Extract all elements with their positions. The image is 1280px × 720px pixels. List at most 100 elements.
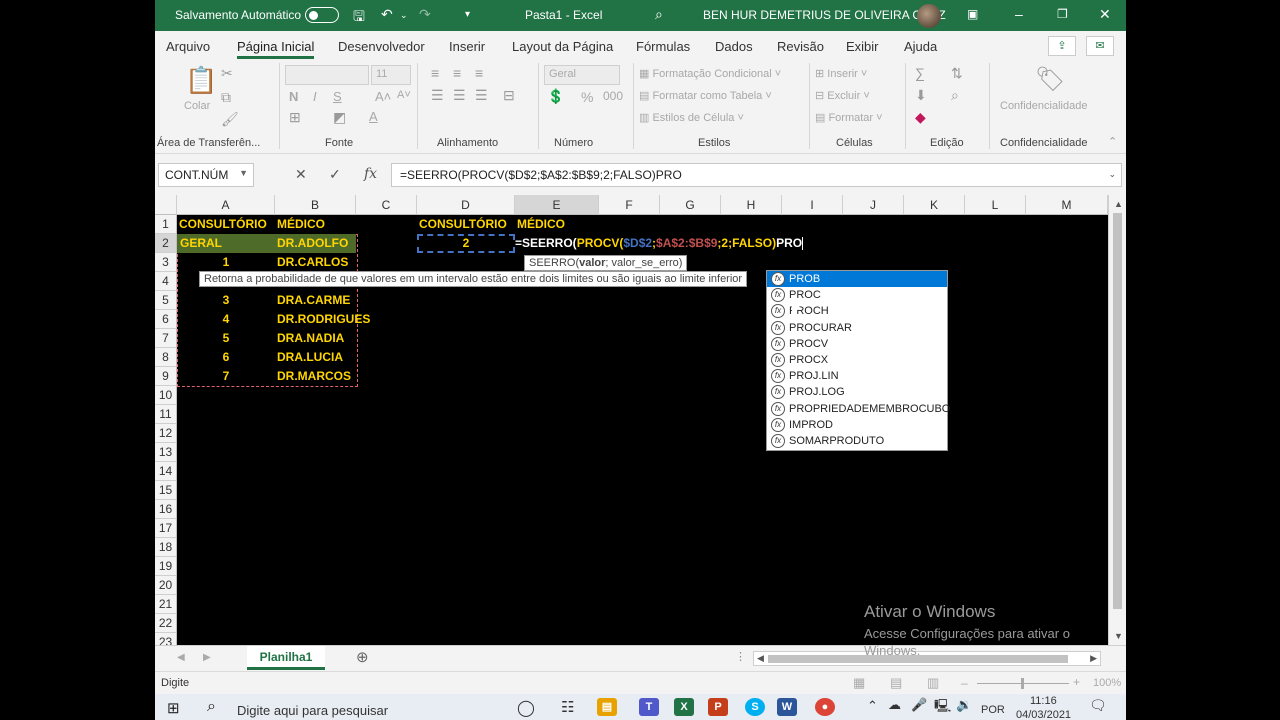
row-header[interactable]: 3 <box>155 253 177 272</box>
percent-icon[interactable]: % <box>581 89 593 105</box>
col-header[interactable]: L <box>965 195 1026 215</box>
cell-b2[interactable]: DR.ADOLFO <box>275 234 356 253</box>
microphone-icon[interactable]: 🎤 <box>911 697 927 713</box>
align-middle-icon[interactable]: ≡ <box>453 65 461 81</box>
tab-exibir[interactable]: Exibir <box>846 39 879 54</box>
cell-styles-button[interactable]: ▥ Estilos de Célula ˅ <box>639 111 744 124</box>
sensitivity-label[interactable]: Confidencialidade <box>1000 100 1087 112</box>
autocomplete-item[interactable]: fx IMPROD <box>767 417 947 433</box>
select-all-corner[interactable] <box>155 195 177 215</box>
autosum-icon[interactable]: ∑ <box>915 65 925 81</box>
col-header[interactable]: E <box>515 195 599 215</box>
conditional-format-button[interactable]: ▦ Formatação Condicional ˅ <box>639 67 781 80</box>
row-header[interactable]: 21 <box>155 595 177 614</box>
cell-a1[interactable]: CONSULTÓRIO <box>179 215 267 234</box>
cell-a7[interactable]: 5 <box>177 329 275 348</box>
customize-qat-icon[interactable]: ▾ <box>465 9 470 20</box>
autocomplete-item[interactable]: fx PROJ.LOG <box>767 384 947 400</box>
delete-cells-button[interactable]: ⊟ Excluir ˅ <box>815 89 870 102</box>
row-header[interactable]: 2 <box>155 234 177 253</box>
powerpoint-icon[interactable]: P <box>708 698 728 716</box>
cell-b9[interactable]: DR.MARCOS <box>277 367 351 386</box>
chrome-icon[interactable]: ● <box>815 698 835 716</box>
minimize-icon[interactable]: – <box>1015 6 1023 22</box>
show-hidden-icons[interactable]: ⌃ <box>867 698 878 714</box>
col-header[interactable]: H <box>721 195 782 215</box>
row-header[interactable]: 5 <box>155 291 177 310</box>
tab-revisao[interactable]: Revisão <box>777 39 824 54</box>
clear-icon[interactable]: ◆ <box>915 109 926 126</box>
paste-label[interactable]: Colar <box>184 100 210 112</box>
page-break-icon[interactable]: ▥ <box>927 675 939 691</box>
comma-style-icon[interactable]: 000 <box>603 89 623 103</box>
cell-a6[interactable]: 4 <box>177 310 275 329</box>
row-header[interactable]: 9 <box>155 367 177 386</box>
search-icon[interactable]: ⌕ <box>207 698 216 716</box>
col-header[interactable]: D <box>417 195 515 215</box>
row-header[interactable]: 17 <box>155 519 177 538</box>
row-header[interactable]: 20 <box>155 576 177 595</box>
font-size-select[interactable]: 11 <box>371 65 411 85</box>
scroll-down-icon[interactable]: ▼ <box>1114 631 1123 641</box>
cell-a8[interactable]: 6 <box>177 348 275 367</box>
row-header[interactable]: 16 <box>155 500 177 519</box>
undo-icon[interactable]: ↶ <box>381 6 393 23</box>
row-header[interactable]: 14 <box>155 462 177 481</box>
search-icon[interactable]: ⌕ <box>655 6 663 23</box>
save-icon[interactable]: 🖫 <box>353 6 365 30</box>
row-header[interactable]: 22 <box>155 614 177 633</box>
share-icon[interactable]: ⇪ <box>1048 36 1076 56</box>
align-left-icon[interactable]: ☰ <box>431 87 444 104</box>
cell-a2[interactable]: GERAL <box>177 234 275 253</box>
cell-d1[interactable]: CONSULTÓRIO <box>419 215 507 234</box>
number-format-select[interactable]: Geral <box>544 65 620 85</box>
word-icon[interactable]: W <box>777 698 797 716</box>
scroll-right-icon[interactable]: ▶ <box>1090 653 1097 664</box>
page-layout-icon[interactable]: ▤ <box>890 675 902 691</box>
tab-ajuda[interactable]: Ajuda <box>904 39 937 54</box>
align-center-icon[interactable]: ☰ <box>453 87 466 104</box>
windows-start-icon[interactable]: ⊞ <box>167 699 180 717</box>
onedrive-icon[interactable]: ☁ <box>888 697 901 713</box>
merge-icon[interactable]: ⊟ <box>503 87 515 104</box>
fill-icon[interactable]: ⬇ <box>915 87 927 104</box>
tab-layout[interactable]: Layout da Página <box>512 39 613 54</box>
cell-e2-editing[interactable]: =SEERRO(PROCV($D$2;$A$2:$B$9;2;FALSO)PRO <box>515 234 804 253</box>
scroll-thumb[interactable] <box>1113 213 1122 609</box>
font-color-icon[interactable]: A <box>369 109 378 124</box>
normal-view-icon[interactable]: ▦ <box>853 675 865 691</box>
row-header[interactable]: 12 <box>155 424 177 443</box>
excel-taskbar-icon[interactable]: X <box>674 698 694 716</box>
row-header[interactable]: 18 <box>155 538 177 557</box>
align-bottom-icon[interactable]: ≡ <box>475 65 483 81</box>
cell-b7[interactable]: DRA.NADIA <box>277 329 344 348</box>
comments-icon[interactable]: ✉ <box>1086 36 1114 56</box>
col-header[interactable]: C <box>356 195 417 215</box>
row-header[interactable]: 7 <box>155 329 177 348</box>
row-header[interactable]: 8 <box>155 348 177 367</box>
scroll-left-icon[interactable]: ◀ <box>757 653 764 664</box>
file-explorer-icon[interactable]: ▤ <box>597 698 617 716</box>
font-name-select[interactable] <box>285 65 369 85</box>
cell-e1[interactable]: MÉDICO <box>517 215 565 234</box>
sheet-tab-planilha1[interactable]: Planilha1 <box>247 646 325 670</box>
network-icon[interactable]: 🖳 <box>934 697 951 719</box>
tab-formulas[interactable]: Fórmulas <box>636 39 690 54</box>
close-icon[interactable]: ✕ <box>1099 6 1111 23</box>
language-indicator[interactable]: POR <box>981 704 1005 716</box>
cortana-icon[interactable]: ◯ <box>517 698 535 718</box>
zoom-level[interactable]: 100% <box>1093 677 1121 689</box>
next-sheet-icon[interactable]: ▶ <box>203 652 211 663</box>
paste-icon[interactable]: 📋 <box>185 65 217 96</box>
add-sheet-icon[interactable]: ⊕ <box>356 648 369 666</box>
autosave-toggle[interactable] <box>305 7 339 23</box>
cell-b1[interactable]: MÉDICO <box>277 215 325 234</box>
format-table-button[interactable]: ▤ Formatar como Tabela ˅ <box>639 89 772 102</box>
shrink-font-icon[interactable]: A˅ <box>397 89 411 101</box>
row-header[interactable]: 19 <box>155 557 177 576</box>
col-header[interactable]: I <box>782 195 843 215</box>
insert-cells-button[interactable]: ⊞ Inserir ˅ <box>815 67 867 80</box>
avatar[interactable] <box>917 4 941 28</box>
teams-icon[interactable]: T <box>639 698 659 716</box>
row-header[interactable]: 6 <box>155 310 177 329</box>
